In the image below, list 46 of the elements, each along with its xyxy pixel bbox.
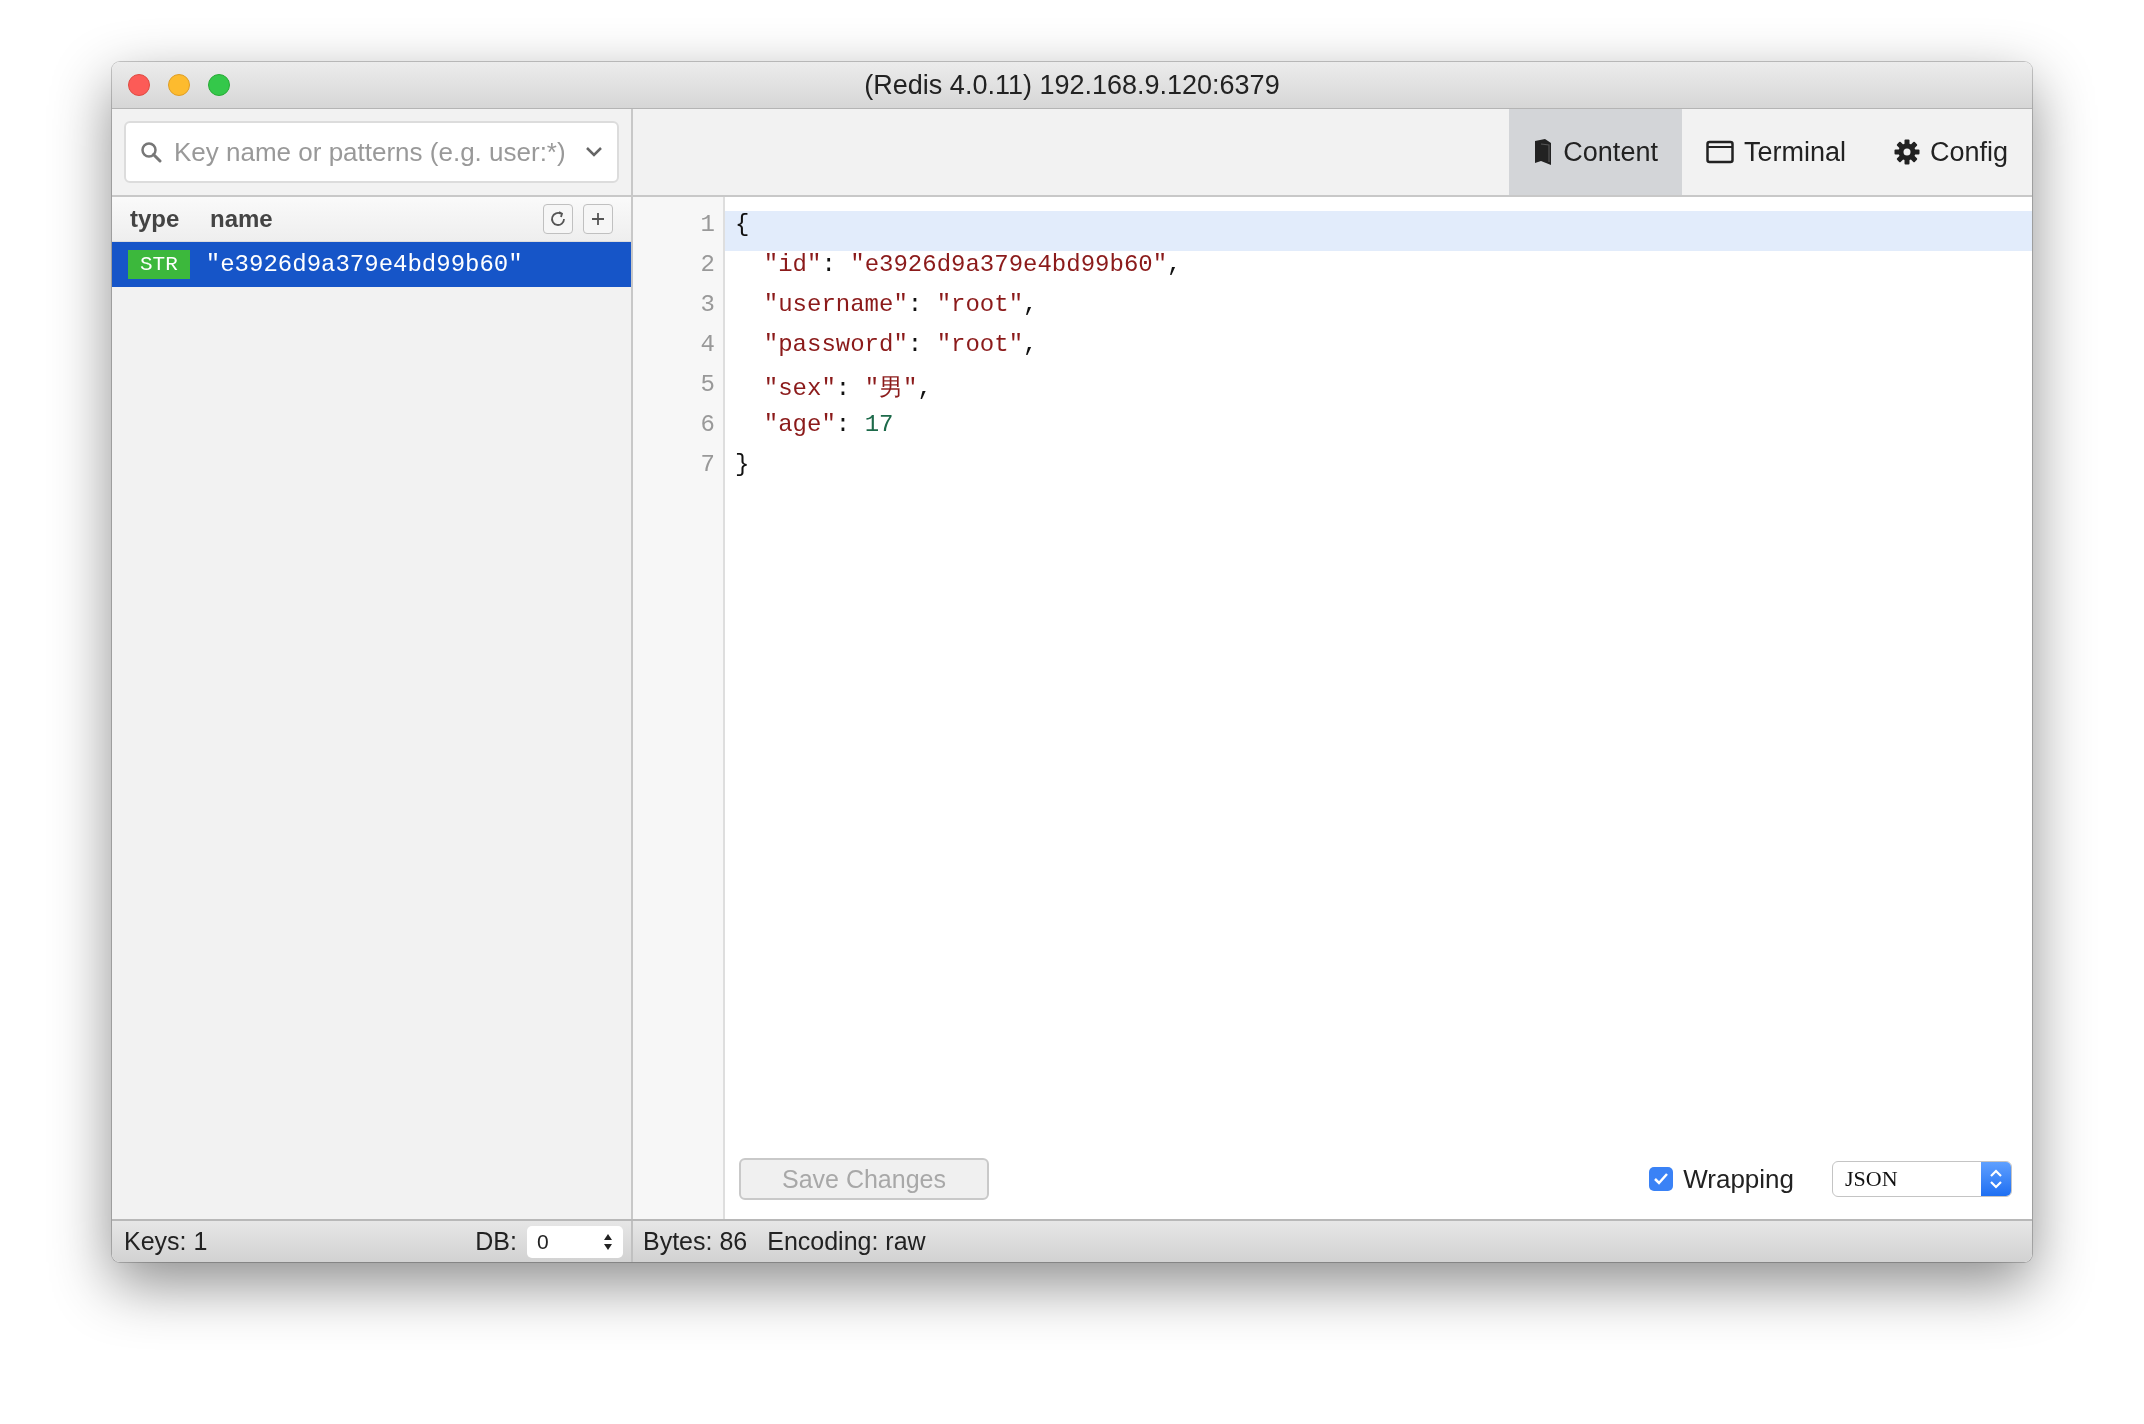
tab[interactable]: Terminal (1681, 109, 1870, 195)
line-number: 5 (699, 371, 716, 400)
close-button[interactable] (128, 74, 150, 96)
db-label: DB: (475, 1227, 517, 1256)
line-number: 6 (699, 411, 716, 440)
up-down-triangles-icon (603, 1232, 613, 1251)
format-select[interactable]: JSON (1832, 1161, 2012, 1197)
plus-icon (590, 211, 606, 227)
keys-count: Keys: 1 (124, 1227, 208, 1256)
line-number: 1 (699, 211, 716, 240)
line-number: 3 (699, 291, 716, 320)
up-down-chevrons-icon (1989, 1167, 2003, 1191)
code-line: "password": "root", (762, 331, 1039, 360)
code-line: "id": "e3926d9a379e4bd99b60", (762, 251, 1183, 280)
search-input[interactable]: Key name or patterns (e.g. user:*) (172, 135, 575, 169)
bytes-info: Bytes: 86 (643, 1227, 748, 1256)
line-number: 4 (699, 331, 716, 360)
code-line: "username": "root", (762, 291, 1039, 320)
checkmark-icon (1653, 1172, 1670, 1186)
refresh-icon (548, 209, 568, 229)
column-header: name (210, 205, 273, 233)
code-line: "age": 17 (762, 411, 895, 440)
gear-icon (1893, 139, 1920, 165)
line-number: 7 (699, 451, 716, 480)
key-row[interactable]: STR "e3926d9a379e4bd99b60" (112, 242, 631, 287)
search-icon (140, 141, 162, 163)
type-badge: STR (128, 250, 190, 279)
line-number: 2 (699, 251, 716, 280)
code-line: "sex": "男", (762, 374, 933, 404)
column-header: type (130, 205, 181, 233)
tab[interactable]: Config (1869, 109, 2032, 195)
window-title: (Redis 4.0.11) 192.168.9.120:6379 (864, 69, 1280, 101)
window-icon (1705, 140, 1734, 164)
add-button[interactable] (583, 204, 613, 234)
encoding-info: Encoding: raw (767, 1227, 926, 1256)
code-line: } (734, 451, 751, 480)
key-name: "e3926d9a379e4bd99b60" (205, 251, 523, 278)
wrapping-label: Wrapping (1683, 1163, 1794, 1195)
wrapping-checkbox[interactable] (1649, 1167, 1674, 1191)
search-field[interactable]: Key name or patterns (e.g. user:*) (124, 121, 619, 183)
zoom-button[interactable] (208, 74, 230, 96)
tab[interactable]: Content (1509, 109, 1682, 195)
book-icon (1533, 138, 1554, 166)
refresh-button[interactable] (543, 204, 573, 234)
db-select[interactable]: 0 (527, 1225, 623, 1258)
chevron-down-icon[interactable] (585, 146, 603, 158)
